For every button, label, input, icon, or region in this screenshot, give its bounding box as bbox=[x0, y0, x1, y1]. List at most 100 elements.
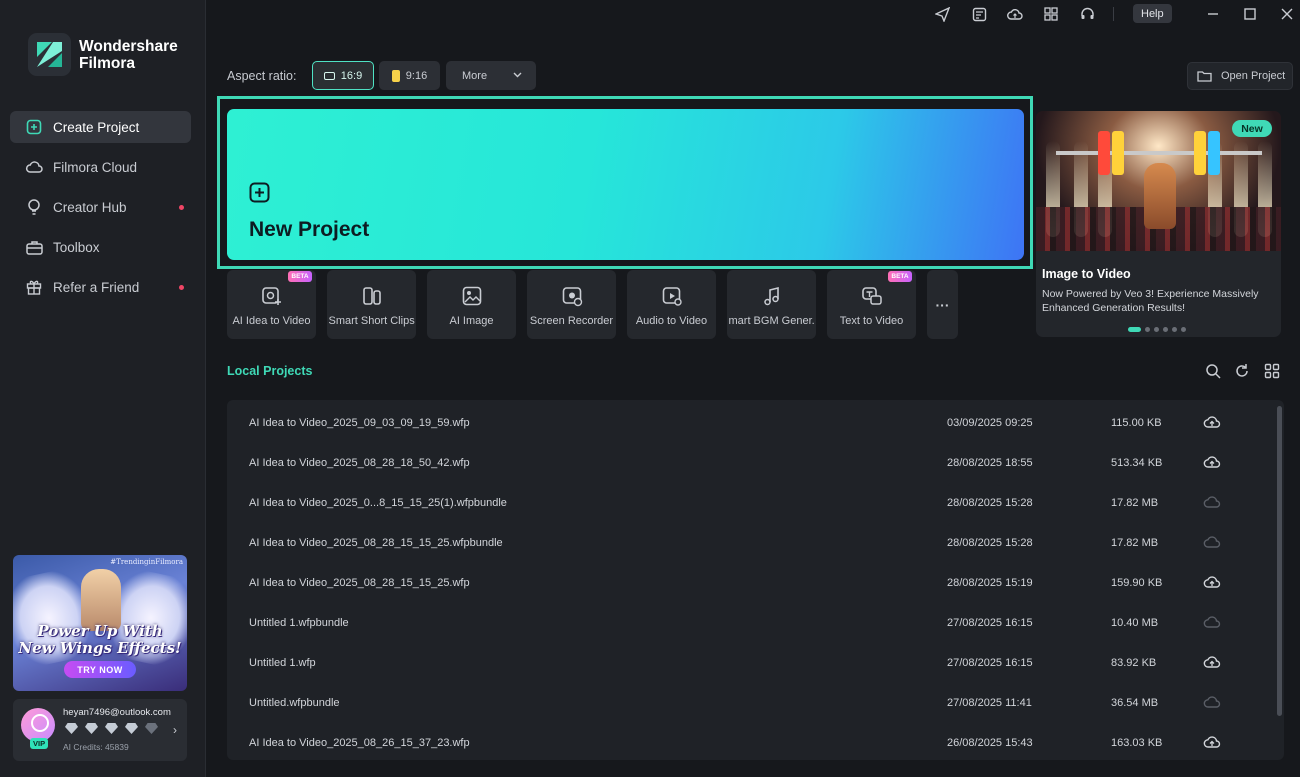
new-project-label: New Project bbox=[249, 218, 370, 241]
title-bar: Help bbox=[206, 0, 1300, 28]
table-row[interactable]: AI Idea to Video_2025_08_28_18_50_42.wfp… bbox=[227, 442, 1267, 482]
table-row[interactable]: AI Idea to Video_2025_08_26_15_37_23.wfp… bbox=[227, 722, 1267, 760]
table-row[interactable]: Untitled 1.wfp 27/08/2025 16:15 83.92 KB bbox=[227, 642, 1267, 682]
sidebar-item-refer-a-friend[interactable]: Refer a Friend bbox=[10, 271, 191, 303]
new-badge: New bbox=[1232, 120, 1272, 137]
promo-headline-1: Power Up With bbox=[37, 622, 163, 640]
tool-smart-short-clips[interactable]: Smart Short Clips bbox=[327, 270, 416, 339]
wings-effects-promo[interactable]: #TrendinginFilmora Power Up With New Win… bbox=[13, 555, 187, 691]
headset-icon[interactable] bbox=[1079, 6, 1095, 22]
project-date: 27/08/2025 11:41 bbox=[947, 697, 1032, 709]
table-row[interactable]: Untitled.wfpbundle 27/08/2025 11:41 36.54 … bbox=[227, 682, 1267, 722]
project-size: 159.90 KB bbox=[1111, 577, 1163, 589]
sidebar-item-label: Filmora Cloud bbox=[53, 159, 138, 175]
avatar bbox=[21, 708, 55, 742]
project-size: 10.40 MB bbox=[1111, 617, 1159, 629]
help-button[interactable]: Help bbox=[1133, 4, 1172, 23]
gem-icon bbox=[145, 723, 158, 734]
tool-label: Screen Recorder bbox=[529, 315, 614, 327]
notification-dot bbox=[179, 285, 184, 290]
project-name: Untitled 1.wfpbundle bbox=[249, 617, 349, 629]
project-name: AI Idea to Video_2025_08_28_15_15_25.wfp… bbox=[249, 537, 503, 549]
cloud-upload-icon[interactable] bbox=[1203, 575, 1221, 589]
search-icon[interactable] bbox=[1205, 363, 1221, 379]
gem-icon bbox=[85, 723, 98, 734]
more-tools-button[interactable]: ··· bbox=[927, 270, 958, 339]
project-size: 163.03 KB bbox=[1111, 737, 1163, 749]
project-date: 28/08/2025 15:19 bbox=[947, 577, 1033, 589]
project-date: 03/09/2025 09:25 bbox=[947, 417, 1033, 429]
table-row[interactable]: AI Idea to Video_2025_0...8_15_15_25(1).… bbox=[227, 482, 1267, 522]
filmora-logo-icon bbox=[28, 33, 71, 76]
project-size: 17.82 MB bbox=[1111, 537, 1159, 549]
close-icon[interactable] bbox=[1278, 5, 1296, 23]
chevron-right-icon[interactable]: › bbox=[173, 723, 177, 737]
app-logo[interactable]: Wondershare Filmora bbox=[28, 33, 178, 76]
banner-description: Now Powered by Veo 3! Experience Massive… bbox=[1042, 288, 1259, 314]
grid-view-icon[interactable] bbox=[1264, 363, 1280, 379]
project-name: AI Idea to Video_2025_08_26_15_37_23.wfp bbox=[249, 737, 470, 749]
refresh-icon[interactable] bbox=[1234, 363, 1250, 379]
tool-ai-image[interactable]: AI Image bbox=[427, 270, 516, 339]
project-date: 26/08/2025 15:43 bbox=[947, 737, 1033, 749]
sidebar-item-label: Refer a Friend bbox=[53, 279, 140, 295]
bgm-icon bbox=[763, 286, 779, 306]
chevron-down-icon bbox=[513, 72, 522, 78]
bulb-icon bbox=[25, 198, 43, 216]
aspect-16-9-button[interactable]: 16:9 bbox=[312, 61, 374, 90]
minimize-icon[interactable] bbox=[1204, 5, 1222, 23]
aspect-option-label: 16:9 bbox=[340, 69, 363, 82]
beta-badge: BETA bbox=[288, 271, 312, 282]
tool-label: Audio to Video bbox=[635, 315, 708, 327]
cloud-upload-icon[interactable] bbox=[1007, 6, 1023, 22]
cloud-upload-icon[interactable] bbox=[1203, 415, 1221, 429]
carousel-dots[interactable] bbox=[1128, 327, 1190, 332]
new-project-card[interactable]: New Project bbox=[227, 109, 1024, 260]
sidebar-item-create-project[interactable]: Create Project bbox=[10, 111, 191, 143]
sidebar-item-filmora-cloud[interactable]: Filmora Cloud bbox=[10, 151, 191, 183]
open-project-button[interactable]: Open Project bbox=[1187, 62, 1293, 90]
image-to-video-banner[interactable]: Image to Video Now Powered by Veo 3! Exp… bbox=[1036, 111, 1281, 337]
news-icon[interactable] bbox=[971, 6, 987, 22]
tool-label: AI Idea to Video bbox=[232, 315, 311, 327]
cloud-upload-icon[interactable] bbox=[1203, 455, 1221, 469]
maximize-icon[interactable] bbox=[1241, 5, 1259, 23]
tool-smart-bgm-generator[interactable]: mart BGM Gener. bbox=[727, 270, 816, 339]
divider bbox=[1113, 7, 1114, 21]
tool-audio-to-video[interactable]: Audio to Video bbox=[627, 270, 716, 339]
ai-image-icon bbox=[462, 286, 481, 306]
sidebar-nav: Create Project Filmora Cloud Creator Hub… bbox=[10, 111, 191, 311]
toolbox-icon bbox=[25, 238, 43, 256]
portrait-icon bbox=[391, 69, 400, 82]
cloud-upload-icon[interactable] bbox=[1203, 735, 1221, 749]
aspect-9-16-button[interactable]: 9:16 bbox=[379, 61, 440, 90]
sidebar-item-creator-hub[interactable]: Creator Hub bbox=[10, 191, 191, 223]
table-row[interactable]: AI Idea to Video_2025_09_03_09_19_59.wfp… bbox=[227, 402, 1267, 442]
project-name: AI Idea to Video_2025_09_03_09_19_59.wfp bbox=[249, 417, 470, 429]
banner-title: Image to Video bbox=[1042, 267, 1131, 281]
table-row[interactable]: AI Idea to Video_2025_08_28_15_15_25.wfp… bbox=[227, 522, 1267, 562]
sidebar-item-label: Creator Hub bbox=[53, 199, 127, 215]
try-now-button[interactable]: TRY NOW bbox=[64, 661, 136, 678]
table-row[interactable]: AI Idea to Video_2025_08_28_15_15_25.wfp… bbox=[227, 562, 1267, 602]
send-icon[interactable] bbox=[934, 6, 950, 22]
aspect-ratio-label: Aspect ratio: bbox=[227, 69, 297, 83]
vip-badge: VIP bbox=[30, 738, 49, 749]
promo-headline-2: New Wings Effects! bbox=[18, 639, 182, 657]
screen-recorder-icon bbox=[562, 287, 582, 307]
ai-credits: AI Credits: 45839 bbox=[63, 742, 129, 752]
tool-screen-recorder[interactable]: Screen Recorder bbox=[527, 270, 616, 339]
table-scrollbar[interactable] bbox=[1277, 406, 1282, 716]
sidebar: Wondershare Filmora Create Project Filmo… bbox=[0, 0, 206, 777]
audio-video-icon bbox=[662, 287, 682, 306]
cloud-upload-icon[interactable] bbox=[1203, 655, 1221, 669]
account-card[interactable]: VIP heyan7496@outlook.com AI Credits: 45… bbox=[13, 699, 187, 761]
project-name: Untitled.wfpbundle bbox=[249, 697, 340, 709]
aspect-more-dropdown[interactable]: More bbox=[446, 61, 536, 90]
cloud-disabled-icon bbox=[1203, 696, 1221, 708]
project-date: 28/08/2025 15:28 bbox=[947, 497, 1033, 509]
sidebar-item-toolbox[interactable]: Toolbox bbox=[10, 231, 191, 263]
table-row[interactable]: Untitled 1.wfpbundle 27/08/2025 16:15 10.4… bbox=[227, 602, 1267, 642]
grid-apps-icon[interactable] bbox=[1043, 6, 1059, 22]
project-date: 27/08/2025 16:15 bbox=[947, 657, 1033, 669]
